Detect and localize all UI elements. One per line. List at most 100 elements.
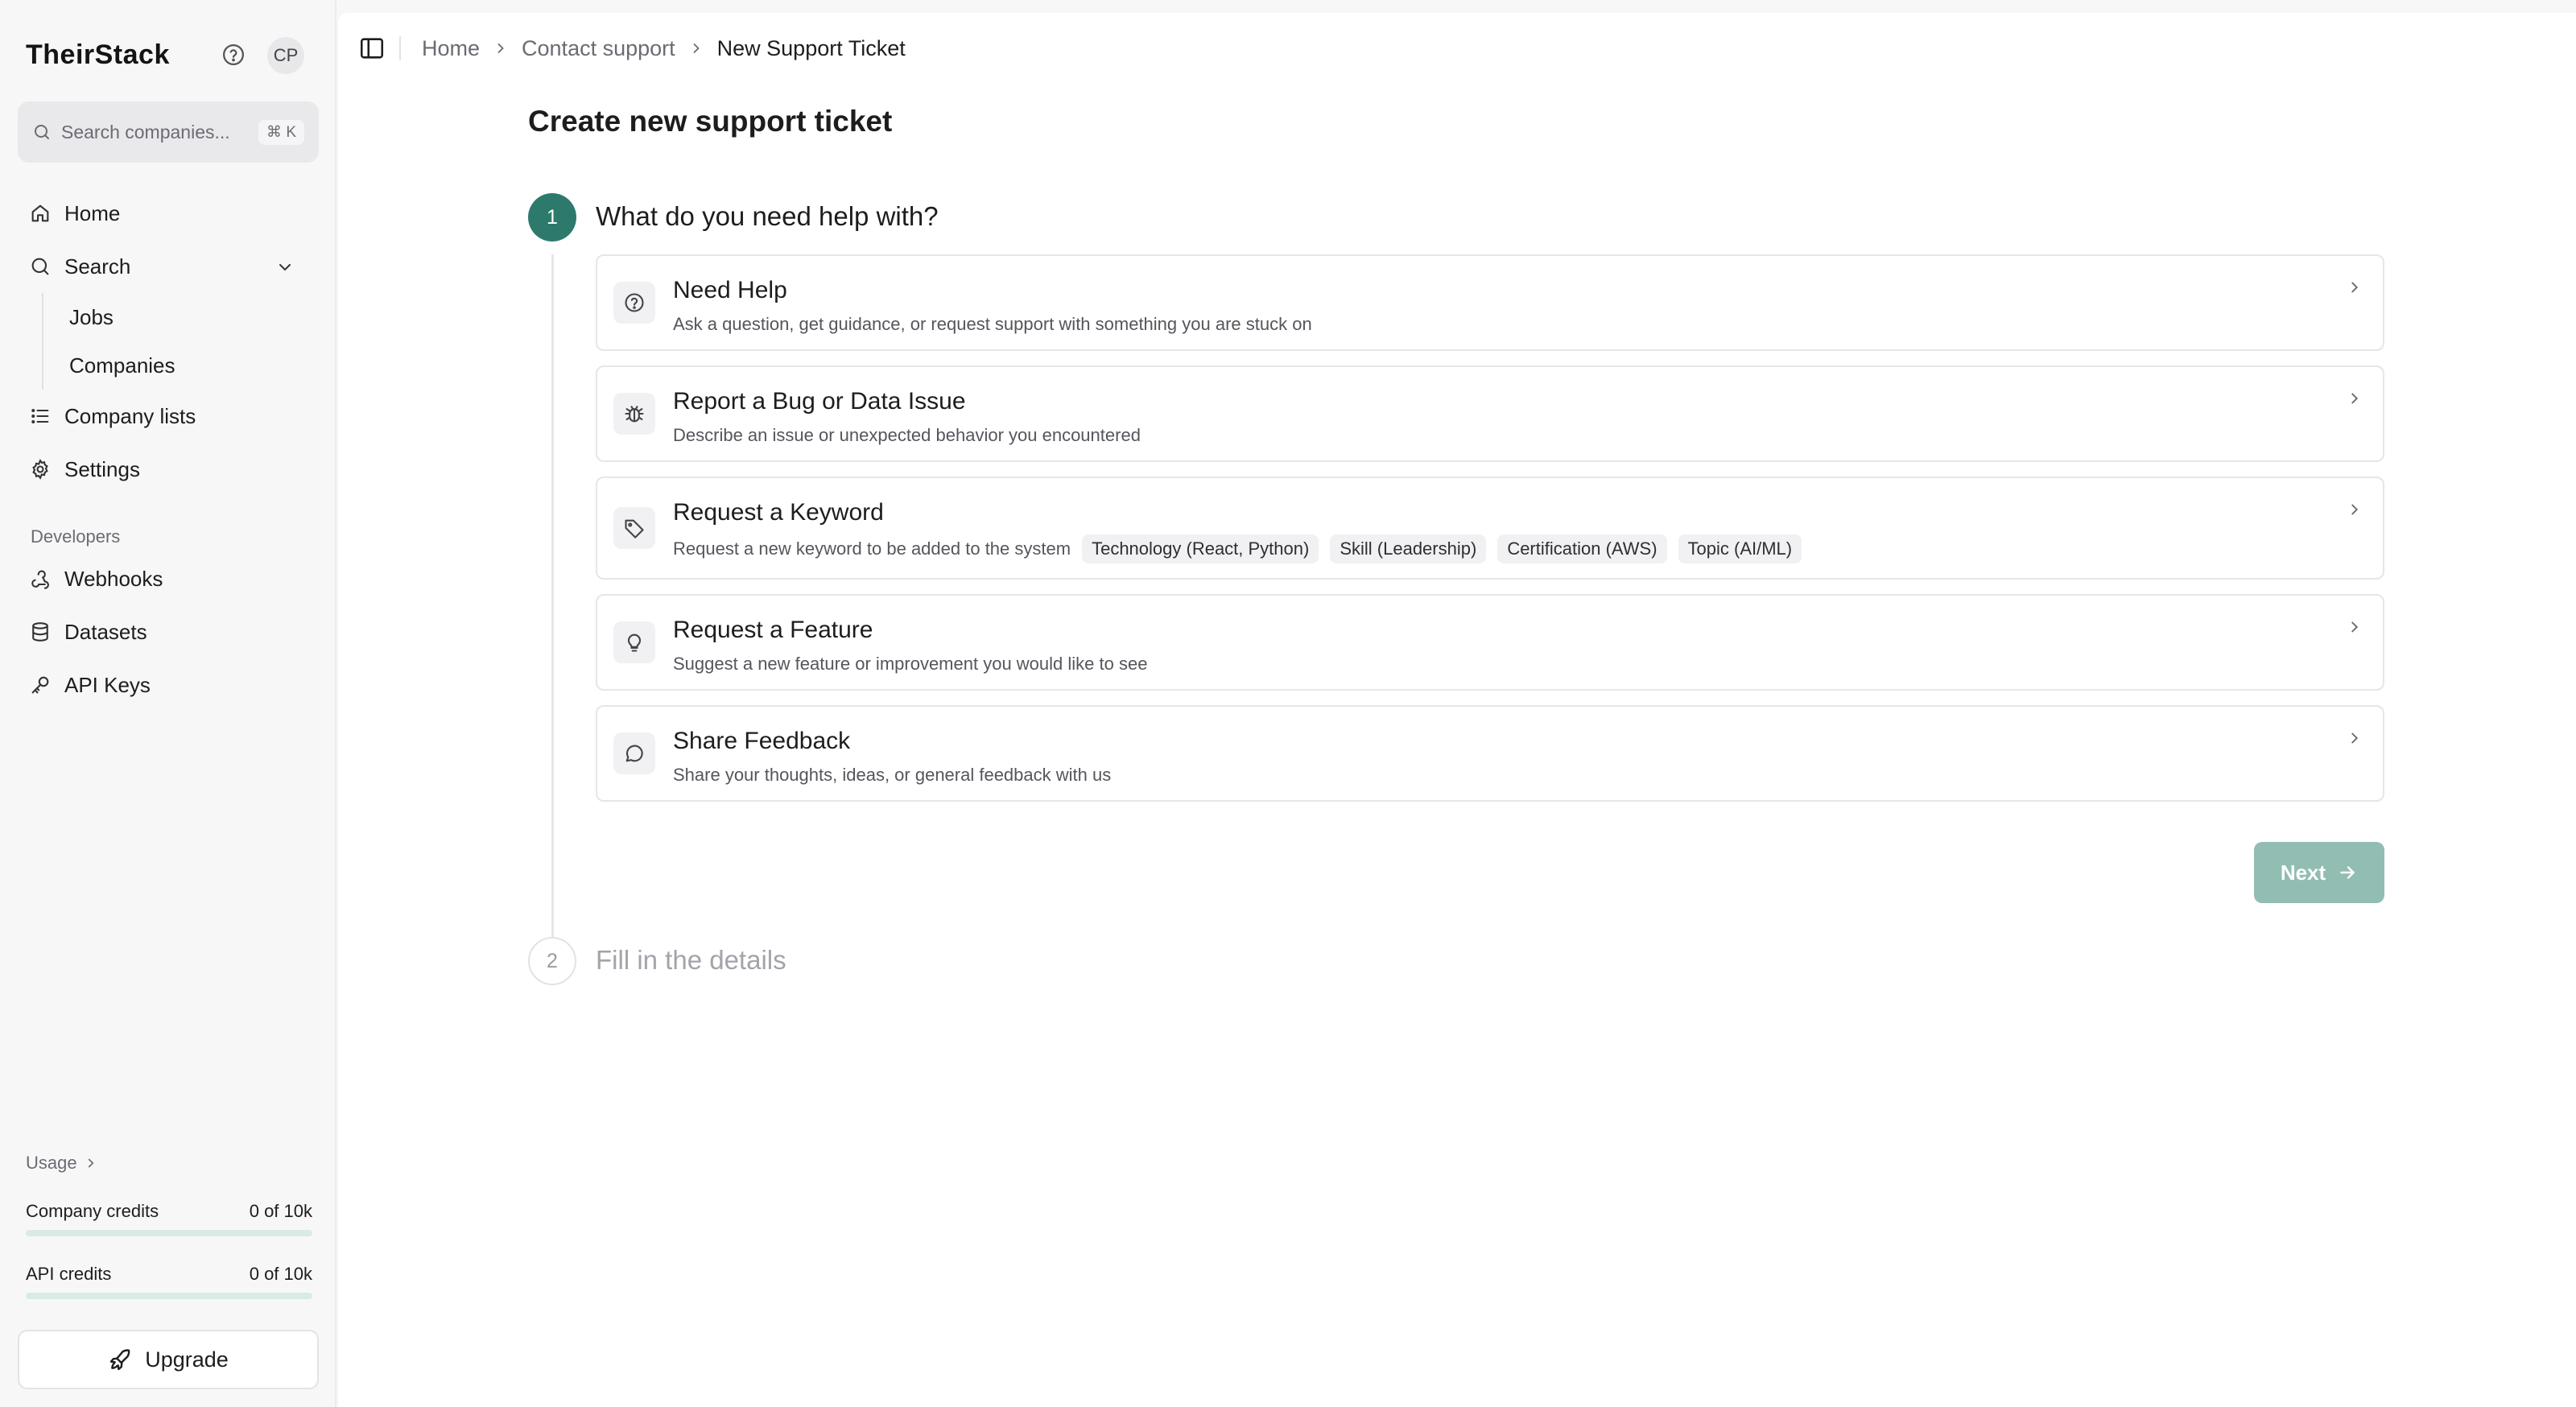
message-circle-icon	[613, 732, 655, 774]
breadcrumb-home[interactable]: Home	[422, 36, 480, 61]
search-input[interactable]: Search companies... ⌘ K	[18, 101, 319, 163]
chevron-down-icon[interactable]	[275, 258, 295, 277]
option-title: Report a Bug or Data Issue	[673, 388, 966, 415]
sidebar-item-jobs[interactable]: Jobs	[43, 293, 319, 341]
sidebar-item-label: Search	[64, 254, 131, 279]
option-request-keyword[interactable]: Request a Keyword Request a new keyword …	[596, 477, 2384, 580]
step-2-title: Fill in the details	[596, 945, 786, 975]
chevron-right-icon	[2351, 393, 2359, 404]
upgrade-label: Upgrade	[145, 1347, 229, 1372]
option-description: Describe an issue or unexpected behavior…	[673, 425, 1141, 445]
list-icon	[31, 409, 49, 423]
sidebar-item-company-lists[interactable]: Company lists	[18, 390, 319, 443]
breadcrumb-current: New Support Ticket	[716, 35, 906, 60]
sidebar-item-datasets[interactable]: Datasets	[18, 605, 319, 658]
chevron-right-icon	[2351, 504, 2359, 515]
sidebar-item-label: Settings	[64, 456, 140, 481]
chevron-right-icon	[493, 40, 509, 56]
keyword-tag: Topic (AI/ML)	[1678, 534, 1802, 563]
topbar-divider	[399, 36, 401, 60]
keyword-tag: Certification (AWS)	[1497, 534, 1667, 563]
search-placeholder: Search companies...	[61, 121, 230, 142]
usage-panel: Usage Company credits 0 of 10k API credi…	[26, 1153, 312, 1299]
page-title: Create new support ticket	[528, 105, 893, 138]
stepper-line	[551, 254, 554, 947]
sidebar-item-label: Company lists	[64, 403, 196, 428]
option-title: Request a Keyword	[673, 499, 884, 526]
key-icon	[31, 676, 49, 694]
step-1-indicator: 1	[528, 193, 576, 241]
option-description: Ask a question, get guidance, or request…	[673, 314, 1312, 334]
api-credits-label: API credits	[26, 1264, 112, 1284]
api-credits: API credits 0 of 10k	[26, 1264, 312, 1299]
chevron-right-icon	[2351, 732, 2359, 744]
upgrade-button[interactable]: Upgrade	[18, 1330, 319, 1389]
option-description-row: Request a new keyword to be added to the…	[673, 534, 1802, 563]
avatar[interactable]: CP	[267, 37, 304, 74]
sidebar: TheirStack CP Search companies... ⌘ K Ho…	[0, 0, 336, 1407]
chevron-right-icon	[2351, 621, 2359, 633]
database-icon	[32, 622, 48, 642]
sidebar-item-companies[interactable]: Companies	[43, 341, 319, 390]
api-credits-value: 0 of 10k	[249, 1264, 312, 1284]
brand-row: TheirStack CP	[26, 35, 308, 74]
chevron-right-icon	[688, 40, 704, 56]
company-credits-bar	[26, 1230, 312, 1236]
sidebar-item-search[interactable]: Search	[18, 240, 319, 293]
sidebar-nav: Home Search Jobs Companies Company lists…	[18, 187, 319, 712]
home-icon	[31, 204, 49, 222]
webhook-icon	[31, 570, 49, 589]
main-content: Home Contact support New Support Ticket …	[338, 13, 2576, 1407]
usage-title: Usage	[26, 1153, 77, 1173]
tag-icon	[613, 507, 655, 549]
company-credits-label: Company credits	[26, 1201, 159, 1221]
option-description: Share your thoughts, ideas, or general f…	[673, 765, 1112, 785]
option-title: Need Help	[673, 277, 787, 303]
help-icon[interactable]	[219, 40, 248, 69]
sidebar-item-api-keys[interactable]: API Keys	[18, 658, 319, 712]
sidebar-item-settings[interactable]: Settings	[18, 443, 319, 496]
sidebar-item-label: Webhooks	[64, 566, 163, 591]
sidebar-item-home[interactable]: Home	[18, 187, 319, 240]
gear-icon	[32, 459, 48, 480]
keyword-tag: Technology (React, Python)	[1082, 534, 1319, 563]
arrow-right-icon	[2340, 866, 2355, 879]
sidebar-item-label: API Keys	[64, 672, 151, 697]
question-circle-icon	[613, 282, 655, 324]
sidebar-item-webhooks[interactable]: Webhooks	[18, 552, 319, 605]
ticket-type-options: Need Help Ask a question, get guidance, …	[596, 254, 2384, 816]
step-1-title: What do you need help with?	[596, 201, 939, 231]
search-shortcut: ⌘ K	[258, 119, 304, 145]
keyword-tag: Skill (Leadership)	[1330, 534, 1487, 563]
chevron-right-icon	[2351, 282, 2359, 293]
usage-link[interactable]: Usage	[26, 1153, 312, 1174]
option-description: Request a new keyword to be added to the…	[673, 538, 1071, 559]
search-icon	[31, 258, 49, 275]
search-submenu: Jobs Companies	[42, 293, 319, 390]
option-request-feature[interactable]: Request a Feature Suggest a new feature …	[596, 594, 2384, 691]
rocket-icon	[110, 1349, 130, 1371]
breadcrumb-contact-support[interactable]: Contact support	[522, 36, 675, 61]
company-credits: Company credits 0 of 10k	[26, 1201, 312, 1236]
option-share-feedback[interactable]: Share Feedback Share your thoughts, idea…	[596, 705, 2384, 802]
bug-icon	[613, 393, 655, 435]
brand-logo[interactable]: TheirStack	[26, 39, 170, 71]
search-icon	[35, 125, 49, 139]
sidebar-toggle-icon[interactable]	[356, 32, 388, 64]
option-title: Share Feedback	[673, 728, 851, 754]
topbar: Home Contact support New Support Ticket	[356, 32, 906, 64]
chevron-right-icon	[88, 1158, 94, 1168]
api-credits-bar	[26, 1293, 312, 1299]
next-label: Next	[2280, 860, 2326, 885]
next-button[interactable]: Next	[2254, 842, 2384, 903]
step-2-indicator: 2	[528, 937, 576, 985]
option-report-bug[interactable]: Report a Bug or Data Issue Describe an i…	[596, 365, 2384, 462]
company-credits-value: 0 of 10k	[249, 1201, 312, 1221]
sidebar-item-label: Home	[64, 200, 121, 225]
lightbulb-icon	[613, 621, 655, 663]
option-need-help[interactable]: Need Help Ask a question, get guidance, …	[596, 254, 2384, 351]
option-description: Suggest a new feature or improvement you…	[673, 654, 1148, 674]
option-title: Request a Feature	[673, 617, 873, 643]
sidebar-item-label: Datasets	[64, 619, 147, 644]
developers-section-label: Developers	[31, 526, 121, 547]
